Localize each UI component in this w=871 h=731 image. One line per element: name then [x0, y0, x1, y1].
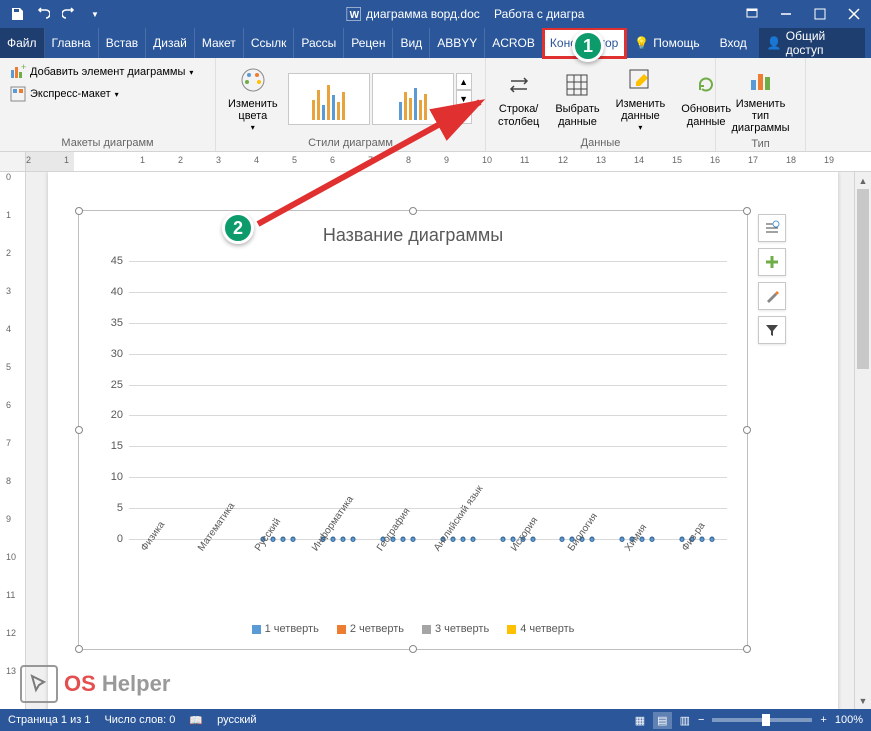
person-icon: 👤	[767, 36, 782, 50]
svg-text:W: W	[349, 10, 359, 21]
window-controls	[735, 0, 871, 28]
share-button[interactable]: 👤Общий доступ	[759, 28, 865, 58]
language-indicator[interactable]: русский	[217, 714, 256, 726]
tab-acrobat[interactable]: ACROB	[485, 28, 543, 58]
ruler-vertical[interactable]: 012345678910111213	[0, 172, 26, 709]
title-bar: ▼ W диаграмма ворд.docx - Word Работа с …	[0, 0, 871, 28]
change-chart-type-button[interactable]: Изменить тип диаграммы	[722, 62, 799, 136]
svg-text:+: +	[21, 64, 26, 72]
chart-x-axis: ФизикаМатематикаРусскийИнформатикаГеогра…	[129, 539, 727, 599]
web-layout-icon[interactable]: ▥	[680, 714, 690, 727]
group-label-layouts: Макеты диаграмм	[6, 135, 209, 149]
callout-2: 2	[222, 212, 254, 244]
save-icon[interactable]	[6, 3, 28, 25]
callout-1: 1	[572, 30, 604, 62]
tab-review[interactable]: Рецен	[344, 28, 393, 58]
chart-filters-icon[interactable]	[758, 316, 786, 344]
layout-options-icon[interactable]	[758, 214, 786, 242]
grid-icon	[561, 69, 593, 101]
word-icon: W	[346, 7, 360, 21]
scroll-up-icon[interactable]: ▲	[855, 172, 871, 189]
undo-icon[interactable]	[32, 3, 54, 25]
qat-dropdown-icon[interactable]: ▼	[84, 3, 106, 25]
minimize-icon[interactable]	[769, 0, 803, 28]
status-bar: Страница 1 из 1 Число слов: 0 📖 русский …	[0, 709, 871, 731]
word-count[interactable]: Число слов: 0	[104, 714, 175, 726]
tab-mailings[interactable]: Рассы	[294, 28, 344, 58]
zoom-in-icon[interactable]: +	[820, 714, 826, 726]
tab-design[interactable]: Дизай	[146, 28, 195, 58]
tell-me-button[interactable]: 💡Помощь	[626, 28, 707, 58]
tab-file[interactable]: Файл	[0, 28, 45, 58]
add-element-icon: +	[10, 64, 26, 80]
chart-elements-icon[interactable]	[758, 248, 786, 276]
chart-type-icon	[745, 64, 777, 96]
page-indicator[interactable]: Страница 1 из 1	[8, 714, 90, 726]
read-mode-icon[interactable]: ▦	[635, 714, 645, 727]
watermark: OS Helper	[20, 665, 170, 703]
spellcheck-icon[interactable]: 📖	[189, 714, 203, 727]
redo-icon[interactable]	[58, 3, 80, 25]
scroll-down-icon[interactable]: ▼	[855, 692, 871, 709]
bulb-icon: 💡	[634, 36, 649, 50]
maximize-icon[interactable]	[803, 0, 837, 28]
quick-layout-button[interactable]: Экспресс-макет ▾	[6, 84, 123, 104]
vertical-scrollbar[interactable]: ▲ ▼	[854, 172, 871, 709]
zoom-level[interactable]: 100%	[835, 714, 863, 726]
page: Название диаграммы 051015202530354045 Фи…	[48, 172, 838, 709]
tab-view[interactable]: Вид	[393, 28, 430, 58]
document-area[interactable]: Название диаграммы 051015202530354045 Фи…	[26, 172, 871, 709]
zoom-out-icon[interactable]: −	[698, 714, 704, 726]
chart-styles-icon[interactable]	[758, 282, 786, 310]
sign-in-button[interactable]: Вход	[712, 28, 755, 58]
select-data-button[interactable]: Выбрать данные	[549, 67, 605, 129]
zoom-slider[interactable]	[712, 718, 812, 722]
chart-plot-area[interactable]: 051015202530354045	[129, 261, 727, 539]
tab-insert[interactable]: Встав	[99, 28, 146, 58]
contextual-tab-title: Работа с диагра	[480, 0, 598, 28]
close-icon[interactable]	[837, 0, 871, 28]
edit-data-button[interactable]: Изменить данные▾	[610, 62, 672, 135]
chart-side-buttons	[758, 214, 786, 344]
tab-references[interactable]: Ссылк	[244, 28, 295, 58]
ribbon-tabs: Файл Главна Встав Дизай Макет Ссылк Расс…	[0, 28, 871, 58]
tab-abbyy[interactable]: ABBYY	[430, 28, 485, 58]
group-label-data: Данные	[492, 135, 709, 149]
annotation-arrow	[250, 94, 500, 234]
gallery-up-icon[interactable]: ▲	[456, 73, 472, 90]
chart-legend[interactable]: 1 четверть2 четверть3 четверть4 четверть	[79, 623, 747, 635]
quick-access-toolbar: ▼	[0, 3, 112, 25]
edit-icon	[624, 64, 656, 96]
tab-layout[interactable]: Макет	[195, 28, 244, 58]
switch-icon	[503, 69, 535, 101]
print-layout-icon[interactable]: ▤	[653, 712, 671, 729]
quick-layout-icon	[10, 86, 26, 102]
cursor-icon	[20, 665, 58, 703]
ribbon-options-icon[interactable]	[735, 0, 769, 28]
chart-object[interactable]: Название диаграммы 051015202530354045 Фи…	[78, 210, 748, 650]
palette-icon	[237, 64, 269, 96]
scroll-thumb[interactable]	[857, 189, 869, 369]
group-label-type: Тип	[722, 136, 799, 150]
tab-home[interactable]: Главна	[45, 28, 99, 58]
add-chart-element-button[interactable]: +Добавить элемент диаграммы ▾	[6, 62, 197, 82]
